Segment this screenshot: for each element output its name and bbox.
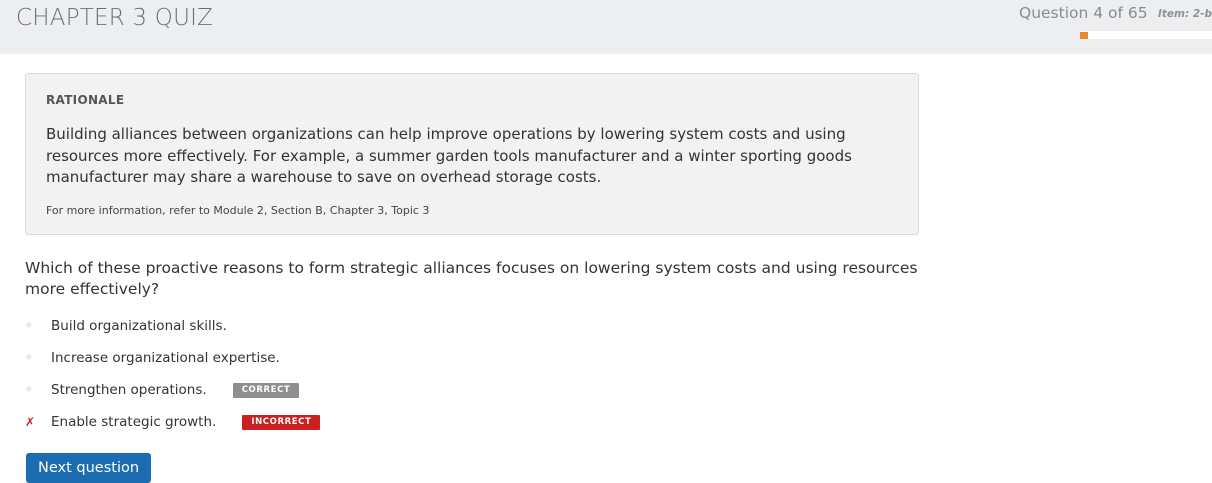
- correct-badge: CORRECT: [232, 382, 300, 398]
- rationale-reference: For more information, refer to Module 2,…: [46, 204, 430, 217]
- answer-label: Increase organizational expertise.: [51, 350, 280, 366]
- rationale-heading: RATIONALE: [46, 93, 125, 107]
- question-text: Which of these proactive reasons to form…: [25, 259, 918, 298]
- answer-option[interactable]: ✧ Strengthen operations. CORRECT: [25, 380, 300, 400]
- answer-option[interactable]: ✧ Increase organizational expertise.: [25, 348, 280, 368]
- top-bar: CHAPTER 3 QUIZ Question 4 of 65 Item: 2-…: [0, 0, 1212, 54]
- progress-bar: [1080, 31, 1212, 39]
- x-mark-icon: ✗: [25, 415, 36, 429]
- answer-label: Enable strategic growth.: [51, 414, 217, 430]
- quiz-title: CHAPTER 3 QUIZ: [16, 5, 214, 31]
- diamond-bullet-icon: ✧: [25, 385, 33, 395]
- diamond-bullet-icon: ✧: [25, 353, 33, 363]
- answer-option[interactable]: ✧ Build organizational skills.: [25, 316, 227, 336]
- rationale-body: Building alliances between organizations…: [46, 125, 852, 186]
- answer-label: Strengthen operations.: [51, 382, 207, 398]
- item-code: Item: 2-b: [1158, 8, 1212, 20]
- answer-option[interactable]: ✗ Enable strategic growth. INCORRECT: [25, 412, 321, 432]
- incorrect-badge: INCORRECT: [242, 414, 321, 430]
- next-question-button[interactable]: Next question: [26, 453, 152, 483]
- diamond-bullet-icon: ✧: [25, 321, 33, 331]
- rationale-panel: RATIONALE Building alliances between org…: [25, 73, 919, 235]
- question-progress-text: Question 4 of 65: [1019, 4, 1148, 22]
- progress-bar-fill: [1080, 32, 1088, 39]
- answer-label: Build organizational skills.: [51, 318, 227, 334]
